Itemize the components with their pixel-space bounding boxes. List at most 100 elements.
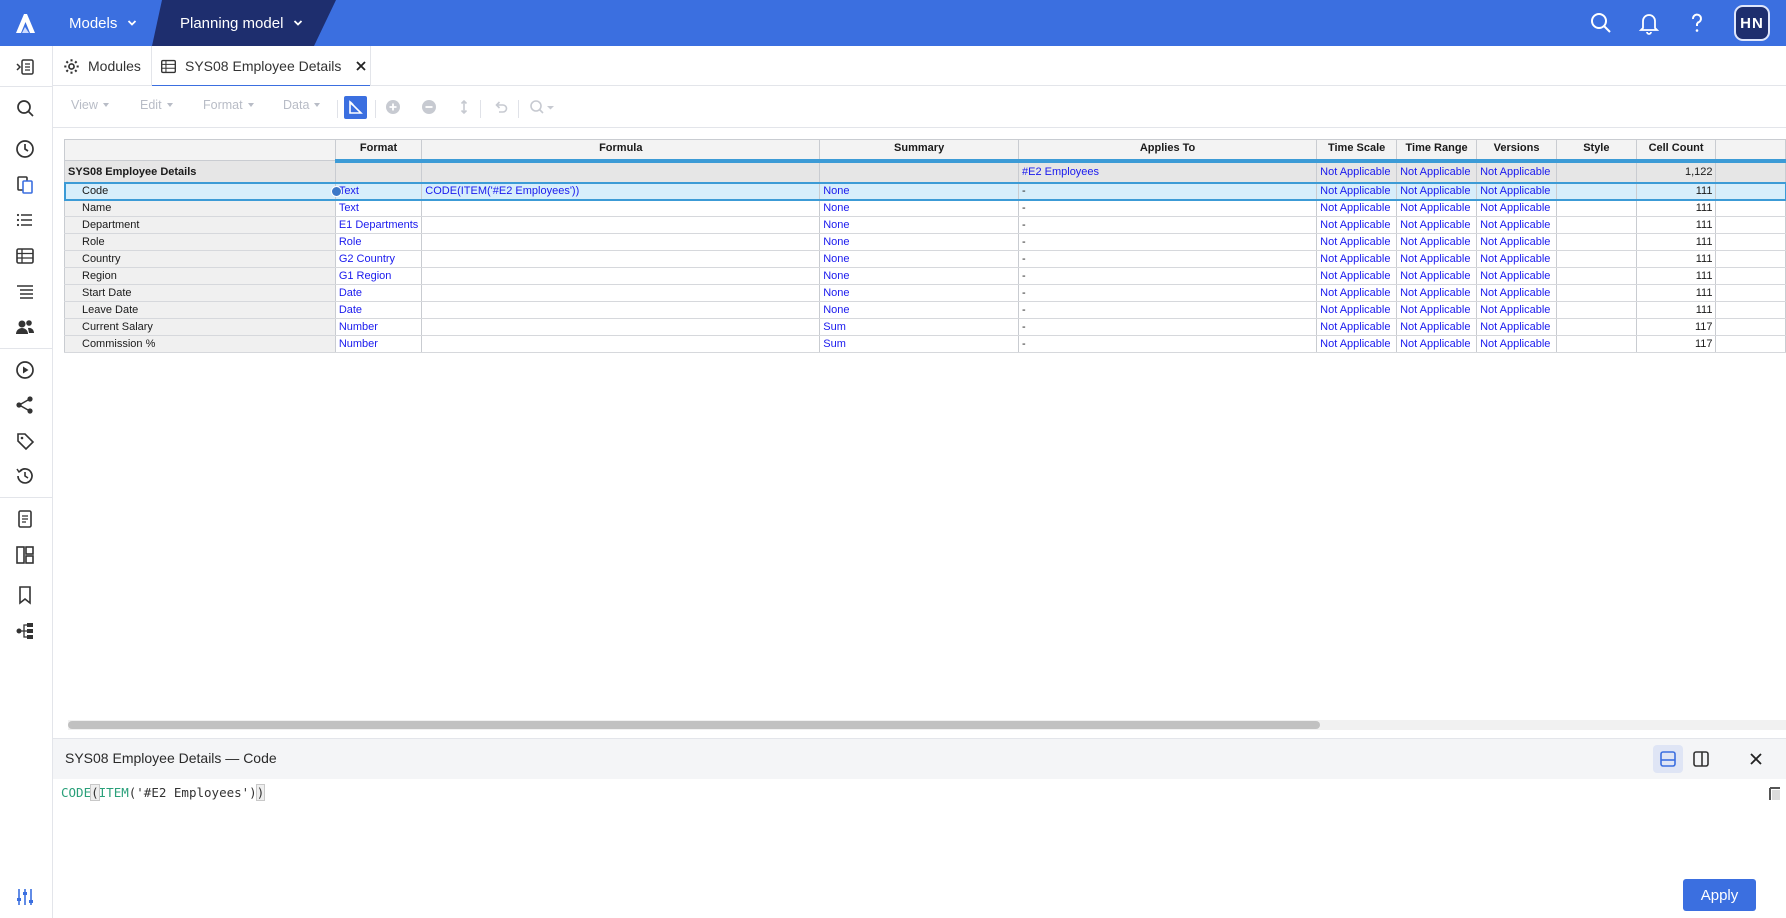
close-tab-icon[interactable] [355,60,367,72]
line-item-name-cell[interactable]: Role [64,233,336,251]
sliders-icon[interactable] [14,886,36,908]
list-icon[interactable] [14,209,36,231]
cell-time-range[interactable]: Not Applicable [1396,284,1478,302]
cell-time-scale[interactable]: Not Applicable [1316,318,1398,336]
column-header-applies-to[interactable]: Applies To [1018,139,1318,163]
cell-time-scale[interactable]: Not Applicable [1316,233,1398,251]
line-item-row[interactable]: Start Date Date None - Not Applicable Not App… [64,284,1786,302]
cell-cell-count[interactable]: 111 [1636,284,1717,302]
users-icon[interactable] [14,316,36,338]
help-icon[interactable] [1684,10,1710,36]
cell-time-range[interactable]: Not Applicable [1396,335,1478,353]
view-menu[interactable]: View [71,98,109,112]
cell-time-scale[interactable]: Not Applicable [1316,301,1398,319]
tab-sys08-employee-details[interactable]: SYS08 Employee Details [151,46,371,87]
cell-formula[interactable] [421,160,821,183]
edit-menu[interactable]: Edit [140,98,173,112]
cell-applies-to[interactable]: - [1018,216,1318,234]
cell-time-scale[interactable]: Not Applicable [1316,267,1398,285]
line-item-name-cell[interactable]: Current Salary [64,318,336,336]
cell-format[interactable] [335,160,423,183]
play-process-icon[interactable] [14,359,36,381]
horizontal-scrollbar-thumb[interactable] [68,721,1320,729]
cell-versions[interactable]: Not Applicable [1476,233,1558,251]
move-vertical-icon[interactable] [456,99,472,115]
cell-summary[interactable] [819,160,1019,183]
cell-style[interactable] [1556,250,1637,268]
cell-applies-to[interactable]: - [1018,267,1318,285]
line-item-row[interactable]: Leave Date Date None - Not Applicable Not App… [64,301,1786,319]
remove-circle-icon[interactable] [421,99,437,115]
copy-pages-icon[interactable] [14,174,36,196]
dock-side-button[interactable] [1686,745,1716,773]
line-item-row[interactable]: Code Text CODE(ITEM('#E2 Employees')) None -… [63,181,1786,201]
cell-time-scale[interactable]: Not Applicable [1316,216,1398,234]
tab-modules[interactable]: Modules [59,46,147,86]
cell-format[interactable]: Text [335,199,423,217]
cell-time-scale[interactable]: Not Applicable [1316,160,1398,183]
line-items-icon[interactable] [14,281,36,303]
cell-time-range[interactable]: Not Applicable [1396,267,1478,285]
module-row[interactable]: SYS08 Employee Details #E2 Employees Not… [64,160,1786,183]
cell-time-range[interactable]: Not Applicable [1396,216,1478,234]
cell-versions[interactable]: Not Applicable [1476,267,1558,285]
cell-format[interactable]: Text [335,182,423,200]
cell-versions[interactable]: Not Applicable [1476,199,1558,217]
line-item-name-cell[interactable]: Region [64,267,336,285]
cell-applies-to[interactable]: - [1018,284,1318,302]
column-header-time-scale[interactable]: Time Scale [1316,139,1398,163]
clock-icon[interactable] [14,138,36,160]
cell-format[interactable]: Date [335,284,423,302]
line-item-row[interactable]: Country G2 Country None - Not Applicable Not … [64,250,1786,268]
line-item-row[interactable]: Current Salary Number Sum - Not Applicable No… [64,318,1786,336]
cell-versions[interactable]: Not Applicable [1476,250,1558,268]
cell-versions[interactable]: Not Applicable [1476,182,1558,200]
cell-format[interactable]: G2 Country [335,250,423,268]
cell-applies-to[interactable]: #E2 Employees [1018,160,1318,183]
cell-formula[interactable] [421,301,821,319]
cell-time-range[interactable]: Not Applicable [1396,301,1478,319]
column-header-formula[interactable]: Formula [421,139,821,163]
planning-model-menu[interactable]: Planning model [152,0,336,46]
cell-cell-count[interactable]: 1,122 [1636,160,1717,183]
cell-cell-count[interactable]: 117 [1636,335,1717,353]
models-menu[interactable]: Models [52,0,152,46]
cell-time-range[interactable]: Not Applicable [1396,250,1478,268]
cell-time-scale[interactable]: Not Applicable [1316,199,1398,217]
document-icon[interactable] [14,508,36,530]
cell-style[interactable] [1556,284,1637,302]
column-header-time-range[interactable]: Time Range [1396,139,1478,163]
cell-versions[interactable]: Not Applicable [1476,318,1558,336]
search-icon[interactable] [1588,10,1614,36]
line-item-row[interactable]: Region G1 Region None - Not Applicable Not Ap… [64,267,1786,285]
line-item-name-cell[interactable]: Start Date [64,284,336,302]
data-menu[interactable]: Data [283,98,321,112]
cell-time-range[interactable]: Not Applicable [1396,160,1478,183]
expand-panel-icon[interactable] [14,56,36,78]
cell-applies-to[interactable]: - [1018,199,1318,217]
dock-bottom-button[interactable] [1653,745,1683,773]
line-item-name-cell[interactable]: Country [64,250,336,268]
cell-cell-count[interactable]: 117 [1636,318,1717,336]
cell-style[interactable] [1556,199,1637,217]
format-menu[interactable]: Format [203,98,254,112]
cell-formula[interactable] [421,335,821,353]
user-avatar[interactable]: HN [1734,5,1770,41]
cell-applies-to[interactable]: - [1018,335,1318,353]
cell-versions[interactable]: Not Applicable [1476,301,1558,319]
cell-applies-to[interactable]: - [1018,318,1318,336]
cell-format[interactable]: Role [335,233,423,251]
cell-summary[interactable]: None [819,250,1019,268]
cell-style[interactable] [1556,267,1637,285]
cell-time-range[interactable]: Not Applicable [1396,318,1478,336]
tag-icon[interactable] [14,430,36,452]
cell-cell-count[interactable]: 111 [1636,233,1717,251]
line-item-name-cell[interactable]: Department [64,216,336,234]
cell-summary[interactable]: None [819,233,1019,251]
cell-time-scale[interactable]: Not Applicable [1316,250,1398,268]
module-name-cell[interactable]: SYS08 Employee Details [64,160,336,183]
cell-cell-count[interactable]: 111 [1636,216,1717,234]
cell-summary[interactable]: None [819,216,1019,234]
cell-style[interactable] [1556,301,1637,319]
cell-style[interactable] [1556,216,1637,234]
